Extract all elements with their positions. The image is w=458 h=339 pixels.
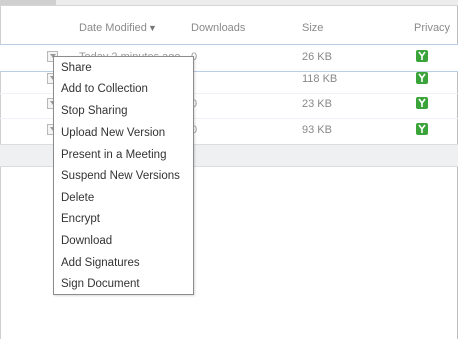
privacy-icon[interactable] bbox=[416, 97, 428, 109]
menu-item-add-to-collection[interactable]: Add to Collection bbox=[61, 83, 148, 95]
menu-item-encrypt[interactable]: Encrypt bbox=[61, 213, 100, 225]
menu-item-delete[interactable]: Delete bbox=[61, 192, 94, 204]
sort-descending-icon[interactable]: ▼ bbox=[148, 23, 157, 33]
column-size[interactable]: Size bbox=[302, 22, 323, 34]
size-cell: 118 KB bbox=[302, 73, 338, 85]
size-cell: 23 KB bbox=[302, 98, 332, 110]
menu-item-stop-sharing[interactable]: Stop Sharing bbox=[61, 105, 128, 117]
context-menu: Share Add to Collection Stop Sharing Upl… bbox=[53, 56, 194, 295]
size-cell: 26 KB bbox=[302, 51, 332, 63]
privacy-icon[interactable] bbox=[416, 50, 428, 62]
menu-item-add-signatures[interactable]: Add Signatures bbox=[61, 257, 140, 269]
size-cell: 93 KB bbox=[302, 124, 332, 136]
privacy-icon[interactable] bbox=[416, 72, 428, 84]
column-downloads[interactable]: Downloads bbox=[191, 22, 245, 34]
scroll-thumb[interactable] bbox=[0, 0, 56, 5]
column-date-modified[interactable]: Date Modified bbox=[79, 22, 147, 34]
privacy-icon[interactable] bbox=[416, 123, 428, 135]
menu-item-download[interactable]: Download bbox=[61, 235, 112, 247]
column-privacy[interactable]: Privacy bbox=[414, 22, 450, 34]
menu-item-upload-new-version[interactable]: Upload New Version bbox=[61, 127, 165, 139]
menu-item-share[interactable]: Share bbox=[61, 62, 92, 74]
menu-item-suspend-new-versions[interactable]: Suspend New Versions bbox=[61, 170, 180, 182]
menu-item-present-in-meeting[interactable]: Present in a Meeting bbox=[61, 149, 166, 161]
column-header-row: Date Modified ▼ Downloads Size Privacy bbox=[0, 6, 458, 44]
menu-item-sign-document[interactable]: Sign Document bbox=[61, 278, 140, 290]
